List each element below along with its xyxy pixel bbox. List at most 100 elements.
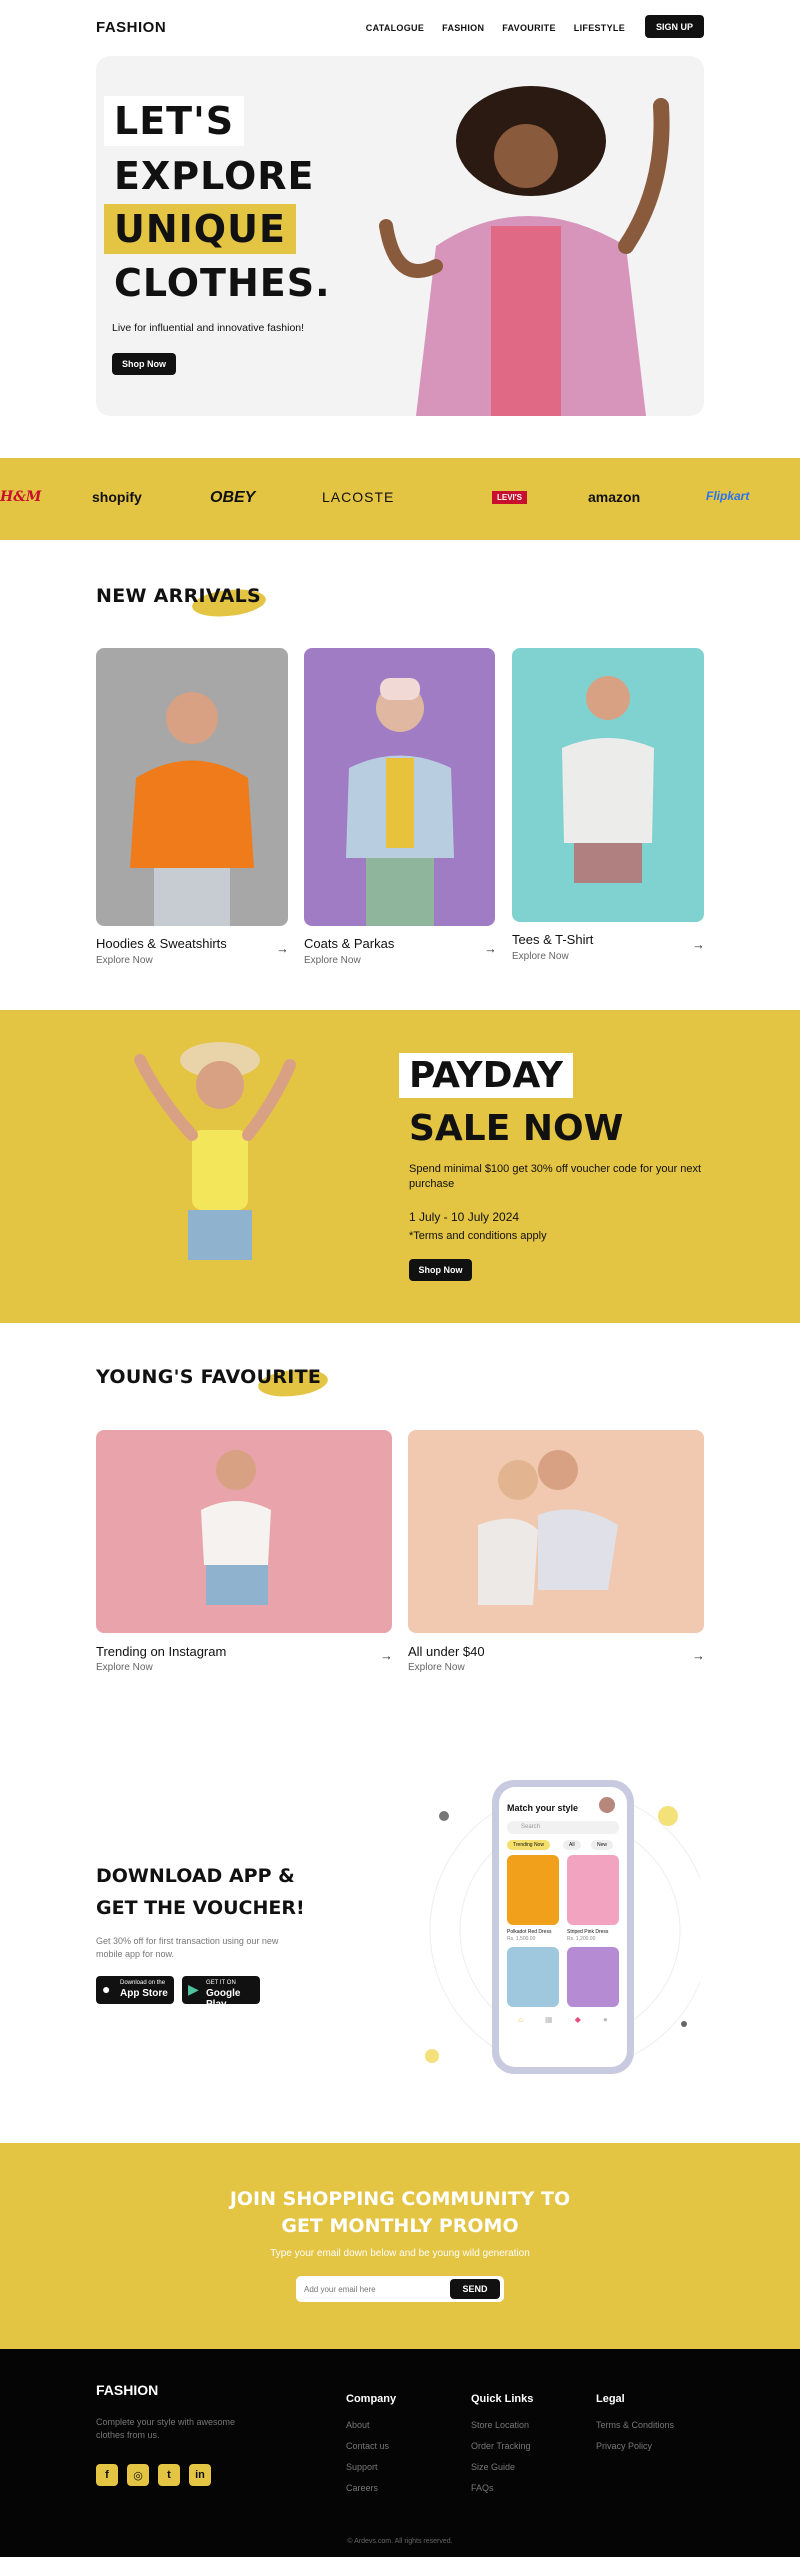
phone-product-image-4 — [567, 1947, 619, 2007]
footer-link-about[interactable]: About — [346, 2420, 370, 2430]
payday-terms: *Terms and conditions apply — [409, 1230, 547, 1242]
phone-screen: Match your style Search Trending Now All… — [499, 1787, 627, 2067]
card-title-coats[interactable]: Coats & Parkas — [304, 936, 394, 951]
brand-levis: LEVI'S — [492, 491, 528, 504]
hoodies-image[interactable] — [96, 648, 288, 926]
card-sub-coats[interactable]: Explore Now — [304, 955, 361, 966]
footer-link-terms[interactable]: Terms & Conditions — [596, 2420, 674, 2430]
footer-desc: Complete your style with awesome clothes… — [96, 2417, 236, 2440]
nav-links: CATALOGUE FASHION FAVOURITE LIFESTYLE — [366, 23, 625, 33]
new-arrivals-title: NEW ARRIVALS — [96, 585, 261, 607]
twitter-icon[interactable]: t — [158, 2464, 180, 2486]
google-play-button[interactable]: ▶ GET IT ON Google Play — [182, 1976, 260, 2010]
app-store-button[interactable]: ● Download on the App Store — [96, 1976, 174, 2004]
brand-lacoste: LACOSTE — [322, 489, 395, 505]
footer-link-order-tracking[interactable]: Order Tracking — [471, 2441, 531, 2451]
send-button[interactable]: SEND — [450, 2279, 500, 2299]
arrow-right-icon[interactable]: → — [692, 1648, 705, 1663]
payday-desc: Spend minimal $100 get 30% off voucher c… — [409, 1163, 702, 1190]
app-title: DOWNLOAD APP & GET THE VOUCHER! — [96, 1860, 305, 1924]
brand-obey: OBEY — [210, 489, 256, 506]
card-title-tees[interactable]: Tees & T-Shirt — [512, 932, 593, 947]
tees-image[interactable] — [512, 648, 704, 922]
community-title: JOIN SHOPPING COMMUNITY TO GET MONTHLY P… — [0, 2186, 800, 2240]
card-sub-tees[interactable]: Explore Now — [512, 951, 569, 962]
phone-chip-all: All — [563, 1840, 581, 1850]
brand-logo[interactable]: FASHION — [96, 19, 166, 36]
nav-link-lifestyle[interactable]: LIFESTYLE — [574, 23, 625, 33]
arrow-right-icon[interactable]: → — [692, 937, 705, 952]
arrow-right-icon[interactable]: → — [484, 941, 497, 956]
footer-brand[interactable]: FASHION — [96, 2382, 158, 2398]
phone-avatar — [599, 1797, 615, 1813]
card-title-hoodies[interactable]: Hoodies & Sweatshirts — [96, 936, 227, 951]
footer-link-contact[interactable]: Contact us — [346, 2441, 389, 2451]
card-sub-instagram[interactable]: Explore Now — [96, 1662, 153, 1673]
hero-word-1: LET'S — [104, 96, 245, 146]
footer-link-faqs[interactable]: FAQs — [471, 2483, 494, 2493]
phone-product-image-2 — [567, 1855, 619, 1925]
payday-title-1: PAYDAY — [399, 1053, 573, 1098]
footer-link-size-guide[interactable]: Size Guide — [471, 2462, 515, 2472]
footer-link-careers[interactable]: Careers — [346, 2483, 378, 2493]
coats-image[interactable] — [304, 648, 495, 926]
app-title-line-2: GET THE VOUCHER! — [96, 1897, 305, 1919]
app-desc: Get 30% off for first transaction using … — [96, 1936, 279, 1959]
card-sub-under-40[interactable]: Explore Now — [408, 1662, 465, 1673]
hero-subtitle: Live for influential and innovative fash… — [112, 322, 305, 334]
payday-dates: 1 July - 10 July 2024 — [409, 1210, 520, 1224]
footer-heading-quick-links: Quick Links — [471, 2393, 534, 2405]
community-title-line-2: GET MONTHLY PROMO — [281, 2215, 519, 2237]
email-form: SEND — [296, 2276, 504, 2302]
phone-product-price-2: Rs. 1,200.00 — [567, 1936, 596, 1942]
hero-banner: LET'S EXPLORE UNIQUE CLOTHES. Live for i… — [96, 56, 704, 416]
phone-product-image-1 — [507, 1855, 559, 1925]
google-play-label: Google Play — [206, 1988, 241, 2010]
arrow-right-icon[interactable]: → — [276, 941, 289, 956]
payday-shop-now-button[interactable]: Shop Now — [409, 1259, 472, 1281]
phone-product-image-3 — [507, 1947, 559, 2007]
hero-word-4: CLOTHES. — [114, 261, 331, 305]
card-title-under-40[interactable]: All under $40 — [408, 1644, 485, 1659]
nav-link-catalogue[interactable]: CATALOGUE — [366, 23, 424, 33]
phone-heading: Match your style — [507, 1803, 579, 1813]
apple-icon: ● — [102, 1981, 111, 1997]
footer-link-privacy[interactable]: Privacy Policy — [596, 2441, 652, 2451]
google-play-small-label: GET IT ON — [206, 1980, 236, 1986]
instagram-image[interactable] — [96, 1430, 392, 1633]
linkedin-icon[interactable]: in — [189, 2464, 211, 2486]
app-title-line-1: DOWNLOAD APP & — [96, 1865, 295, 1887]
email-input[interactable] — [304, 2281, 444, 2297]
favourite-title: YOUNG'S FAVOURITE — [96, 1366, 322, 1388]
arrow-right-icon[interactable]: → — [380, 1648, 393, 1663]
brand-strip: H&M shopify OBEY LACOSTE LEVI'S amazon F… — [0, 458, 800, 540]
footer-link-store-location[interactable]: Store Location — [471, 2420, 529, 2430]
footer-heading-legal: Legal — [596, 2393, 625, 2405]
payday-banner: PAYDAY SALE NOW Spend minimal $100 get 3… — [0, 1010, 800, 1323]
instagram-icon[interactable]: ◎ — [127, 2464, 149, 2486]
app-store-small-label: Download on the — [120, 1980, 166, 1986]
user-icon: ● — [603, 2015, 608, 2024]
under-40-image[interactable] — [408, 1430, 704, 1633]
footer-heading-company: Company — [346, 2393, 397, 2405]
community-section: JOIN SHOPPING COMMUNITY TO GET MONTHLY P… — [0, 2143, 800, 2349]
brand-shopify: shopify — [92, 489, 142, 505]
hero-shop-now-button[interactable]: Shop Now — [112, 353, 176, 375]
play-icon: ▶ — [188, 1981, 199, 1997]
nav-link-fashion[interactable]: FASHION — [442, 23, 484, 33]
facebook-icon[interactable]: f — [96, 2464, 118, 2486]
card-title-instagram[interactable]: Trending on Instagram — [96, 1644, 226, 1659]
brand-flipkart: Flipkart — [706, 489, 750, 503]
community-sub: Type your email down below and be young … — [270, 2248, 530, 2259]
nav-link-favourite[interactable]: FAVOURITE — [502, 23, 556, 33]
phone-chip-trending: Trending Now — [507, 1840, 550, 1850]
hero-word-2: EXPLORE — [114, 154, 315, 198]
phone-product-name-2: Striped Pink Dress — [567, 1929, 609, 1935]
hero-word-3: UNIQUE — [104, 204, 296, 254]
grid-icon: ▦ — [545, 2015, 553, 2024]
sign-up-button[interactable]: SIGN UP — [645, 15, 704, 38]
phone-mockup: Match your style Search Trending Now All… — [492, 1780, 634, 2074]
home-icon: ⌂ — [518, 2015, 523, 2024]
card-sub-hoodies[interactable]: Explore Now — [96, 955, 153, 966]
footer-link-support[interactable]: Support — [346, 2462, 378, 2472]
